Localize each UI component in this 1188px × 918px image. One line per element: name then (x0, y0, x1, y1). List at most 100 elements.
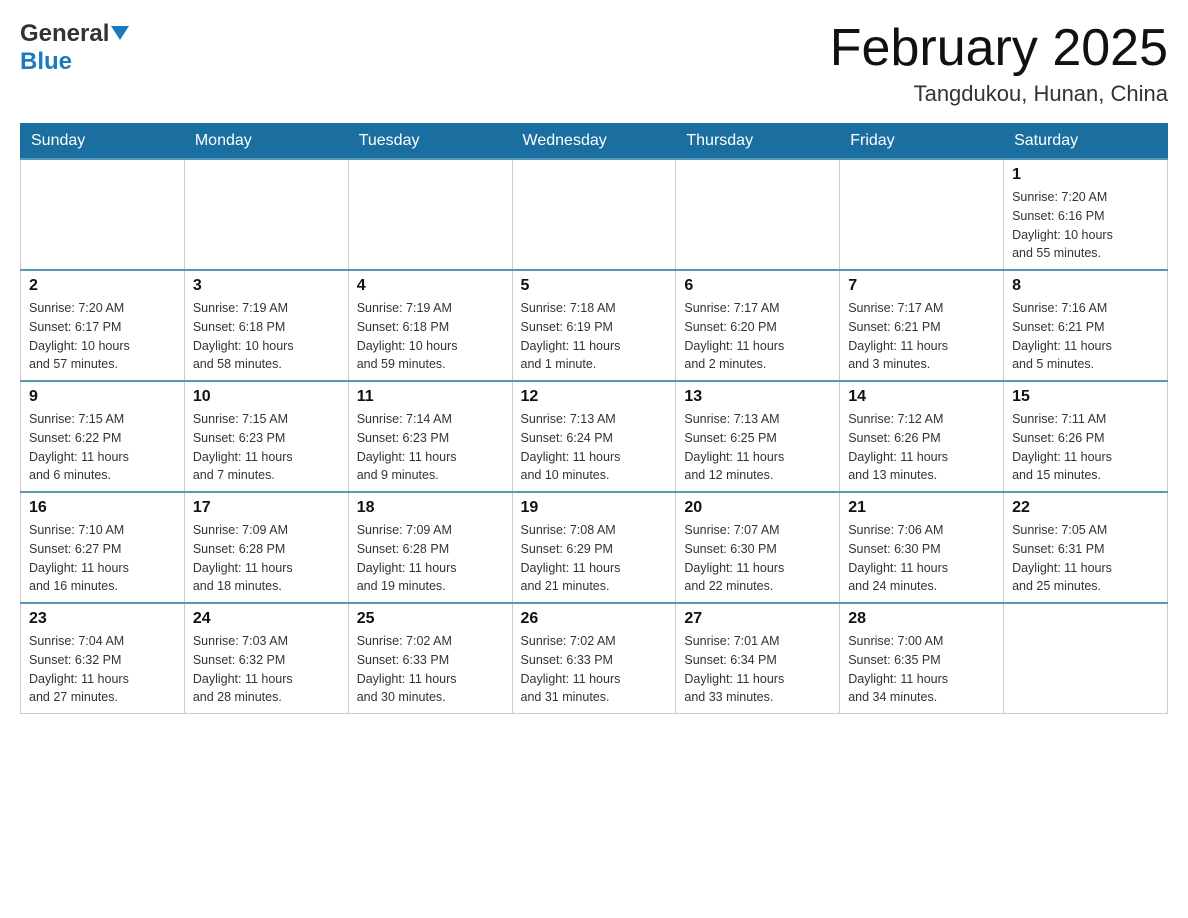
table-row: 24Sunrise: 7:03 AMSunset: 6:32 PMDayligh… (184, 603, 348, 714)
table-row: 3Sunrise: 7:19 AMSunset: 6:18 PMDaylight… (184, 270, 348, 381)
day-info: Sunset: 6:31 PM (1012, 540, 1159, 559)
day-info: Sunset: 6:28 PM (357, 540, 504, 559)
day-info: and 28 minutes. (193, 688, 340, 707)
day-info: Sunset: 6:18 PM (193, 318, 340, 337)
day-info: Sunset: 6:33 PM (357, 651, 504, 670)
table-row: 21Sunrise: 7:06 AMSunset: 6:30 PMDayligh… (840, 492, 1004, 603)
day-info: Sunrise: 7:14 AM (357, 410, 504, 429)
table-row: 15Sunrise: 7:11 AMSunset: 6:26 PMDayligh… (1004, 381, 1168, 492)
day-info: Sunrise: 7:20 AM (1012, 188, 1159, 207)
day-info: and 6 minutes. (29, 466, 176, 485)
calendar-week-row: 16Sunrise: 7:10 AMSunset: 6:27 PMDayligh… (21, 492, 1168, 603)
col-tuesday: Tuesday (348, 124, 512, 160)
table-row: 4Sunrise: 7:19 AMSunset: 6:18 PMDaylight… (348, 270, 512, 381)
logo: General Blue (20, 20, 129, 76)
col-thursday: Thursday (676, 124, 840, 160)
day-info: Sunset: 6:34 PM (684, 651, 831, 670)
day-info: Sunrise: 7:13 AM (684, 410, 831, 429)
day-number: 10 (193, 388, 340, 406)
day-info: Sunset: 6:24 PM (521, 429, 668, 448)
title-block: February 2025 Tangdukou, Hunan, China (830, 20, 1168, 107)
day-number: 14 (848, 388, 995, 406)
table-row: 19Sunrise: 7:08 AMSunset: 6:29 PMDayligh… (512, 492, 676, 603)
day-info: Daylight: 11 hours (193, 448, 340, 467)
day-info: Sunrise: 7:09 AM (193, 521, 340, 540)
table-row: 26Sunrise: 7:02 AMSunset: 6:33 PMDayligh… (512, 603, 676, 714)
table-row (21, 159, 185, 270)
day-info: Sunrise: 7:01 AM (684, 632, 831, 651)
calendar-header-row: Sunday Monday Tuesday Wednesday Thursday… (21, 124, 1168, 160)
day-info: Sunset: 6:16 PM (1012, 207, 1159, 226)
day-number: 8 (1012, 277, 1159, 295)
col-friday: Friday (840, 124, 1004, 160)
day-info: and 58 minutes. (193, 355, 340, 374)
day-info: Sunrise: 7:04 AM (29, 632, 176, 651)
day-info: and 59 minutes. (357, 355, 504, 374)
table-row: 18Sunrise: 7:09 AMSunset: 6:28 PMDayligh… (348, 492, 512, 603)
day-info: and 21 minutes. (521, 577, 668, 596)
logo-general-text: General (20, 20, 109, 48)
calendar-week-row: 2Sunrise: 7:20 AMSunset: 6:17 PMDaylight… (21, 270, 1168, 381)
day-info: Sunrise: 7:19 AM (193, 299, 340, 318)
day-info: Daylight: 11 hours (521, 337, 668, 356)
table-row: 17Sunrise: 7:09 AMSunset: 6:28 PMDayligh… (184, 492, 348, 603)
col-wednesday: Wednesday (512, 124, 676, 160)
day-info: and 2 minutes. (684, 355, 831, 374)
day-info: Daylight: 11 hours (29, 448, 176, 467)
day-info: Daylight: 10 hours (29, 337, 176, 356)
day-info: Daylight: 11 hours (521, 670, 668, 689)
table-row: 14Sunrise: 7:12 AMSunset: 6:26 PMDayligh… (840, 381, 1004, 492)
day-info: Daylight: 11 hours (684, 448, 831, 467)
table-row: 22Sunrise: 7:05 AMSunset: 6:31 PMDayligh… (1004, 492, 1168, 603)
day-info: Sunset: 6:32 PM (193, 651, 340, 670)
day-info: Sunset: 6:35 PM (848, 651, 995, 670)
day-info: and 19 minutes. (357, 577, 504, 596)
day-info: Daylight: 11 hours (357, 448, 504, 467)
calendar-week-row: 23 Sunrise: 7:04 AM Sunset: 6:32 PM Dayligh… (21, 603, 1168, 714)
table-row: 28Sunrise: 7:00 AMSunset: 6:35 PMDayligh… (840, 603, 1004, 714)
day-info: Daylight: 11 hours (848, 670, 995, 689)
day-info: and 5 minutes. (1012, 355, 1159, 374)
day-info: Sunrise: 7:15 AM (193, 410, 340, 429)
day-info: Daylight: 11 hours (357, 670, 504, 689)
table-row: 8Sunrise: 7:16 AMSunset: 6:21 PMDaylight… (1004, 270, 1168, 381)
day-info: and 57 minutes. (29, 355, 176, 374)
day-info: Sunrise: 7:05 AM (1012, 521, 1159, 540)
day-info: Daylight: 10 hours (357, 337, 504, 356)
day-number: 3 (193, 277, 340, 295)
table-row (1004, 603, 1168, 714)
calendar-title: February 2025 (830, 20, 1168, 77)
day-info: and 33 minutes. (684, 688, 831, 707)
day-info: Sunset: 6:19 PM (521, 318, 668, 337)
day-info: and 12 minutes. (684, 466, 831, 485)
table-row: 9Sunrise: 7:15 AMSunset: 6:22 PMDaylight… (21, 381, 185, 492)
day-info: Daylight: 11 hours (684, 670, 831, 689)
day-number: 23 (29, 610, 176, 628)
day-info: Sunset: 6:21 PM (848, 318, 995, 337)
day-info: Sunset: 6:22 PM (29, 429, 176, 448)
calendar-table: Sunday Monday Tuesday Wednesday Thursday… (20, 123, 1168, 714)
table-row: 7Sunrise: 7:17 AMSunset: 6:21 PMDaylight… (840, 270, 1004, 381)
col-sunday: Sunday (21, 124, 185, 160)
table-row: 10Sunrise: 7:15 AMSunset: 6:23 PMDayligh… (184, 381, 348, 492)
day-number: 20 (684, 499, 831, 517)
day-number: 26 (521, 610, 668, 628)
day-info: Daylight: 11 hours (1012, 448, 1159, 467)
day-info: Sunrise: 7:19 AM (357, 299, 504, 318)
day-info: Daylight: 10 hours (1012, 226, 1159, 245)
day-info: Sunset: 6:17 PM (29, 318, 176, 337)
day-number: 19 (521, 499, 668, 517)
calendar-week-row: 9Sunrise: 7:15 AMSunset: 6:22 PMDaylight… (21, 381, 1168, 492)
day-info: Sunset: 6:33 PM (521, 651, 668, 670)
col-saturday: Saturday (1004, 124, 1168, 160)
day-info: Daylight: 11 hours (29, 559, 176, 578)
day-info: Sunrise: 7:07 AM (684, 521, 831, 540)
logo-blue-text: Blue (20, 48, 72, 75)
day-info: and 10 minutes. (521, 466, 668, 485)
day-info: Sunset: 6:27 PM (29, 540, 176, 559)
day-info: and 16 minutes. (29, 577, 176, 596)
day-info: Daylight: 11 hours (521, 448, 668, 467)
table-row: 5Sunrise: 7:18 AMSunset: 6:19 PMDaylight… (512, 270, 676, 381)
day-info: Sunrise: 7:12 AM (848, 410, 995, 429)
day-number: 22 (1012, 499, 1159, 517)
